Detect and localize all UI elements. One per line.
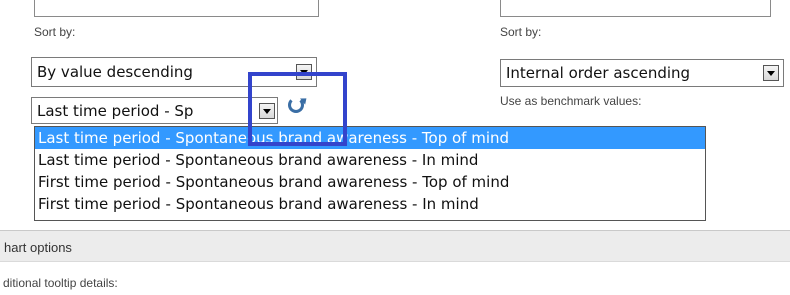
sort-by-select-value: By value descending bbox=[37, 63, 193, 81]
chevron-down-icon[interactable] bbox=[259, 103, 275, 119]
right-sort-label: Sort by: bbox=[500, 25, 542, 39]
left-sort-label: Sort by: bbox=[34, 25, 76, 39]
chevron-down-icon[interactable] bbox=[763, 65, 779, 81]
chart-options-title: hart options bbox=[4, 240, 72, 255]
right-sort-by-select-value: Internal order ascending bbox=[506, 64, 691, 82]
right-sort-by-select[interactable]: Internal order ascending bbox=[500, 59, 784, 87]
benchmark-label: Use as benchmark values: bbox=[500, 94, 642, 108]
period-select[interactable]: Last time period - Sp bbox=[31, 97, 278, 124]
right-top-box bbox=[500, 0, 771, 17]
left-top-box bbox=[34, 0, 319, 17]
dropdown-option[interactable]: First time period - Spontaneous brand aw… bbox=[35, 193, 705, 215]
period-select-value: Last time period - Sp bbox=[37, 102, 194, 120]
period-dropdown-list[interactable]: Last time period - Spontaneous brand awa… bbox=[34, 126, 706, 221]
dropdown-option[interactable]: First time period - Spontaneous brand aw… bbox=[35, 171, 705, 193]
refresh-icon[interactable] bbox=[288, 97, 304, 113]
chevron-down-icon[interactable] bbox=[296, 64, 312, 80]
sort-by-select[interactable]: By value descending bbox=[31, 57, 317, 87]
chart-options-header[interactable]: hart options bbox=[0, 230, 790, 262]
dropdown-option[interactable]: Last time period - Spontaneous brand awa… bbox=[35, 149, 705, 171]
dropdown-option[interactable]: Last time period - Spontaneous brand awa… bbox=[35, 127, 705, 149]
tooltip-details-label: ditional tooltip details: bbox=[3, 276, 118, 290]
